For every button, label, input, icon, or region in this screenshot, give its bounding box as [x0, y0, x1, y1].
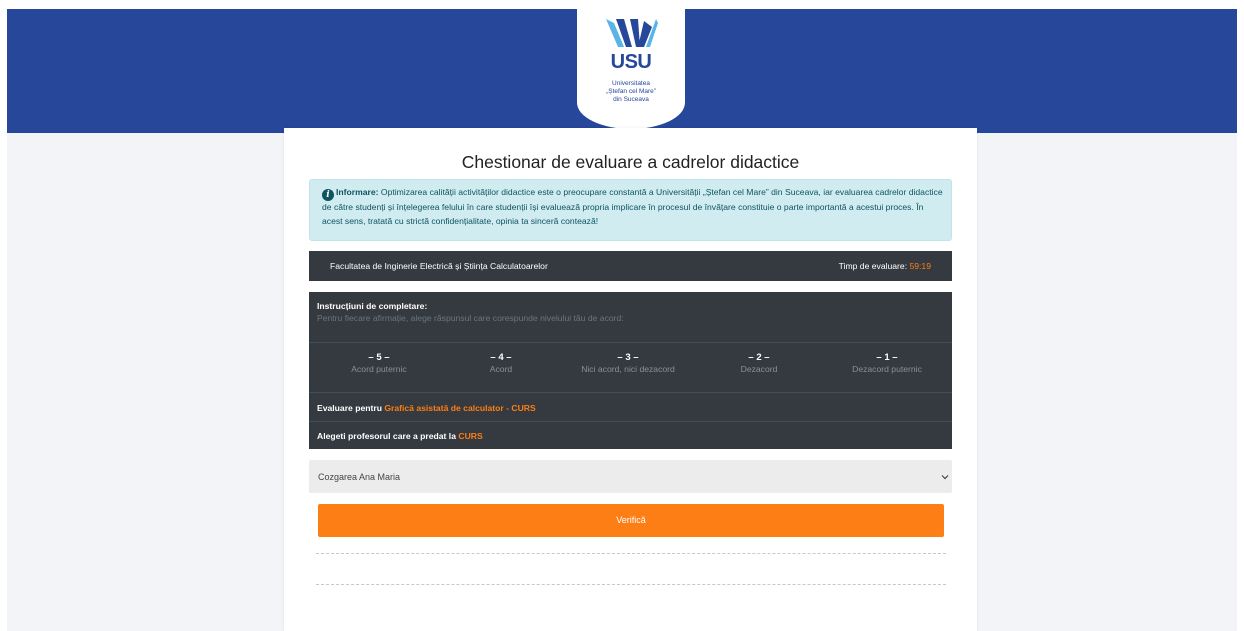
professor-select[interactable]: Cozgarea Ana Maria: [309, 460, 952, 493]
scale-number: – 5 –: [368, 352, 390, 363]
scale-label: Dezacord: [740, 364, 778, 374]
scale-option-3: – 3 – Nici acord, nici dezacord: [563, 352, 693, 374]
evaluation-prefix: Evaluare pentru: [317, 403, 385, 413]
professor-select-value: Cozgarea Ana Maria: [318, 472, 401, 482]
logo-line-3: din Suceava: [613, 96, 649, 103]
scale-number: – 4 –: [490, 352, 512, 363]
evaluation-timer: Timp de evaluare: 59:19: [839, 261, 931, 271]
page-left-margin: [0, 0, 7, 631]
scale-option-2: – 2 – Dezacord: [694, 352, 824, 374]
faculty-bar: Facultatea de Inginerie Electrică și Ști…: [309, 251, 952, 281]
instructions-heading: Instrucțiuni de completare:: [317, 301, 428, 311]
timer-value: 59:19: [909, 261, 931, 271]
divider: [309, 342, 952, 343]
university-logo-icon: [606, 19, 658, 47]
logo-university-name: Universitatea „Ștefan cel Mare” din Suce…: [577, 80, 685, 104]
logo-line-2: „Ștefan cel Mare”: [606, 88, 656, 95]
questionnaire-card: Chestionar de evaluare a cadrelor didact…: [284, 128, 977, 631]
dashed-divider: [316, 553, 946, 554]
evaluation-course: Evaluare pentru Grafică asistată de calc…: [317, 403, 536, 413]
university-logo[interactable]: USU Universitatea „Ștefan cel Mare” din …: [577, 9, 685, 129]
page-right-margin: [1237, 0, 1244, 631]
info-alert: i Informare: Optimizarea calității activi…: [309, 179, 952, 241]
scale-label: Nici acord, nici dezacord: [581, 364, 675, 374]
course-type: CURS: [458, 431, 483, 441]
faculty-name: Facultatea de Inginerie Electrică și Ști…: [330, 261, 548, 271]
instructions-panel: Instrucțiuni de completare: Pentru fieca…: [309, 292, 952, 449]
info-label: Informare:: [336, 187, 379, 197]
divider: [309, 392, 952, 393]
scale-number: – 3 –: [617, 352, 639, 363]
scale-option-4: – 4 – Acord: [436, 352, 566, 374]
scale-option-1: – 1 – Dezacord puternic: [822, 352, 952, 374]
info-text: Optimizarea calității activităților dida…: [322, 187, 943, 226]
scale-option-5: – 5 – Acord puternic: [314, 352, 444, 374]
verify-button[interactable]: Verifică: [318, 504, 944, 537]
scale-label: Dezacord puternic: [852, 364, 922, 374]
timer-label: Timp de evaluare:: [838, 261, 910, 271]
page-title: Chestionar de evaluare a cadrelor didact…: [461, 152, 800, 172]
divider: [309, 421, 952, 422]
professor-prompt-prefix: Alegeti profesorul care a predat la: [317, 431, 459, 441]
info-icon: i: [322, 189, 334, 201]
instructions-text: Pentru fiecare afirmație, alege răspunsu…: [317, 313, 624, 323]
scale-number: – 2 –: [748, 352, 770, 363]
scale-label: Acord puternic: [351, 364, 407, 374]
professor-prompt: Alegeti profesorul care a predat la CURS: [317, 431, 483, 441]
scale-number: – 1 –: [876, 352, 898, 363]
logo-line-1: Universitatea: [612, 80, 650, 87]
chevron-down-icon: [941, 475, 949, 480]
dashed-divider: [316, 584, 946, 585]
course-name: Grafică asistată de calculator - CURS: [384, 403, 536, 413]
page-top-margin: [0, 0, 1244, 9]
scale-label: Acord: [489, 364, 513, 374]
logo-abbreviation: USU: [610, 51, 652, 73]
